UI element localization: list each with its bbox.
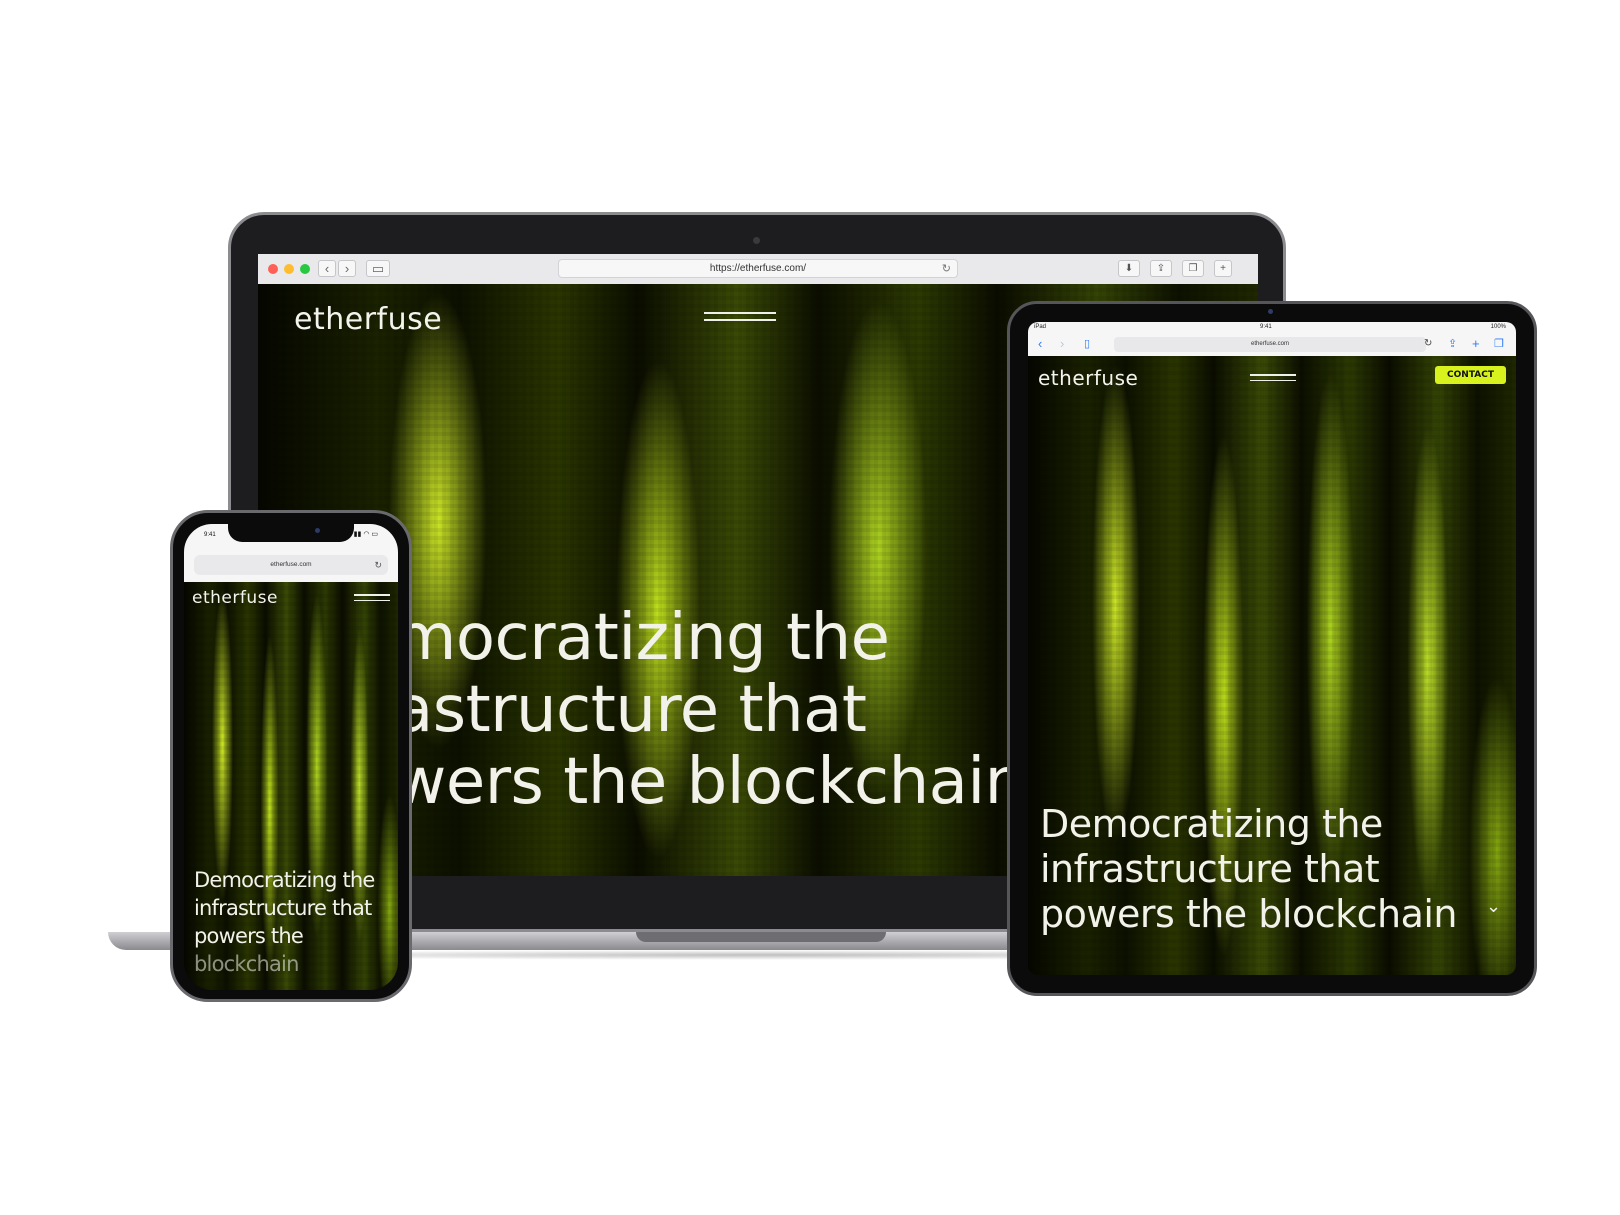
laptop-hinge-notch: [636, 932, 886, 942]
menu-icon[interactable]: [1250, 374, 1296, 386]
sidebar-icon[interactable]: ▭: [366, 260, 390, 277]
address-bar-url: https://etherfuse.com/: [709, 263, 807, 274]
reload-icon[interactable]: ↻: [374, 555, 382, 575]
hero-line-4: blockchain: [194, 952, 299, 976]
status-time: 9:41: [204, 532, 216, 538]
site-logo[interactable]: etherfuse: [192, 588, 278, 608]
share-icon[interactable]: ⇪: [1150, 260, 1172, 277]
phone-camera: [315, 528, 320, 533]
reload-icon[interactable]: ↻: [942, 260, 951, 278]
reload-icon[interactable]: ↻: [1424, 336, 1432, 352]
hero-line-1: mocratizing the: [394, 601, 890, 675]
phone-notch: [228, 522, 354, 542]
back-button[interactable]: ‹: [318, 260, 336, 277]
new-tab-icon[interactable]: +: [1472, 336, 1480, 352]
hero-line-2: infrastructure that: [194, 896, 372, 920]
share-icon[interactable]: ⇪: [1448, 336, 1457, 352]
hero-line-3: powers the blockchain: [1040, 892, 1458, 936]
zoom-window-button[interactable]: [300, 264, 310, 274]
scroll-down-icon[interactable]: ⌄: [1486, 896, 1501, 917]
tablet-browser-toolbar: ‹ › ▯ etherfuse.com ↻ ⇪ + ❐: [1028, 334, 1516, 357]
phone-screen: 9:41 ▮▮ ◠ ▭ etherfuse.com ↻ etherfuse De…: [184, 524, 398, 990]
phone-address-bar[interactable]: etherfuse.com ↻: [194, 555, 388, 575]
hero-headline: Democratizing the infrastructure that po…: [194, 866, 375, 978]
site-logo[interactable]: etherfuse: [294, 302, 442, 337]
address-bar[interactable]: https://etherfuse.com/ ↻: [558, 259, 958, 278]
minimize-window-button[interactable]: [284, 264, 294, 274]
forward-icon[interactable]: ›: [1060, 336, 1064, 352]
battery-level: 100%: [1490, 324, 1506, 330]
tablet-screen: iPad 9:41 100% ‹ › ▯ etherfuse.com ↻ ⇪ +…: [1028, 322, 1516, 975]
forward-button[interactable]: ›: [338, 260, 356, 277]
hero-line-2: astructure that: [394, 673, 867, 747]
hero-line-2: infrastructure that: [1040, 847, 1380, 891]
tablet-status-bar: iPad 9:41 100%: [1028, 322, 1516, 334]
tablet-address-bar[interactable]: etherfuse.com: [1114, 337, 1426, 352]
hero-line-1: Democratizing the: [1040, 802, 1383, 846]
tablet-url: etherfuse.com: [1250, 341, 1290, 347]
browser-toolbar: ‹ › ▭ https://etherfuse.com/ ↻ ⬇ ⇪ ❐ +: [258, 254, 1258, 285]
back-icon[interactable]: ‹: [1038, 336, 1042, 352]
phone-browser-toolbar: etherfuse.com ↻: [184, 546, 398, 583]
laptop-camera: [753, 237, 760, 244]
tablet-camera: [1268, 309, 1273, 314]
contact-button[interactable]: CONTACT: [1435, 366, 1506, 384]
close-window-button[interactable]: [268, 264, 278, 274]
tabs-icon[interactable]: ❐: [1494, 336, 1504, 352]
site-logo[interactable]: etherfuse: [1038, 366, 1138, 390]
menu-icon[interactable]: [354, 594, 390, 606]
download-icon[interactable]: ⬇: [1118, 260, 1140, 277]
new-tab-icon[interactable]: +: [1214, 260, 1232, 277]
hero-headline: Democratizing the infrastructure that po…: [1040, 802, 1458, 937]
tablet-webpage: etherfuse CONTACT Democratizing the infr…: [1028, 356, 1516, 975]
tabs-icon[interactable]: ❐: [1182, 260, 1204, 277]
hero-line-1: Democratizing the: [194, 868, 375, 892]
status-time: 9:41: [1260, 324, 1272, 330]
device-label: iPad: [1034, 324, 1047, 330]
hero-headline: mocratizing the astructure that wers the…: [394, 602, 1025, 818]
phone-webpage: etherfuse Democratizing the infrastructu…: [184, 582, 398, 990]
hero-line-3: powers the: [194, 924, 304, 948]
hero-line-3: wers the blockchain: [394, 745, 1025, 819]
menu-icon[interactable]: [704, 312, 776, 326]
bookmarks-icon[interactable]: ▯: [1084, 336, 1090, 352]
signal-wifi-battery-icon: ▮▮ ◠ ▭: [353, 531, 378, 538]
phone-url: etherfuse.com: [270, 561, 312, 568]
